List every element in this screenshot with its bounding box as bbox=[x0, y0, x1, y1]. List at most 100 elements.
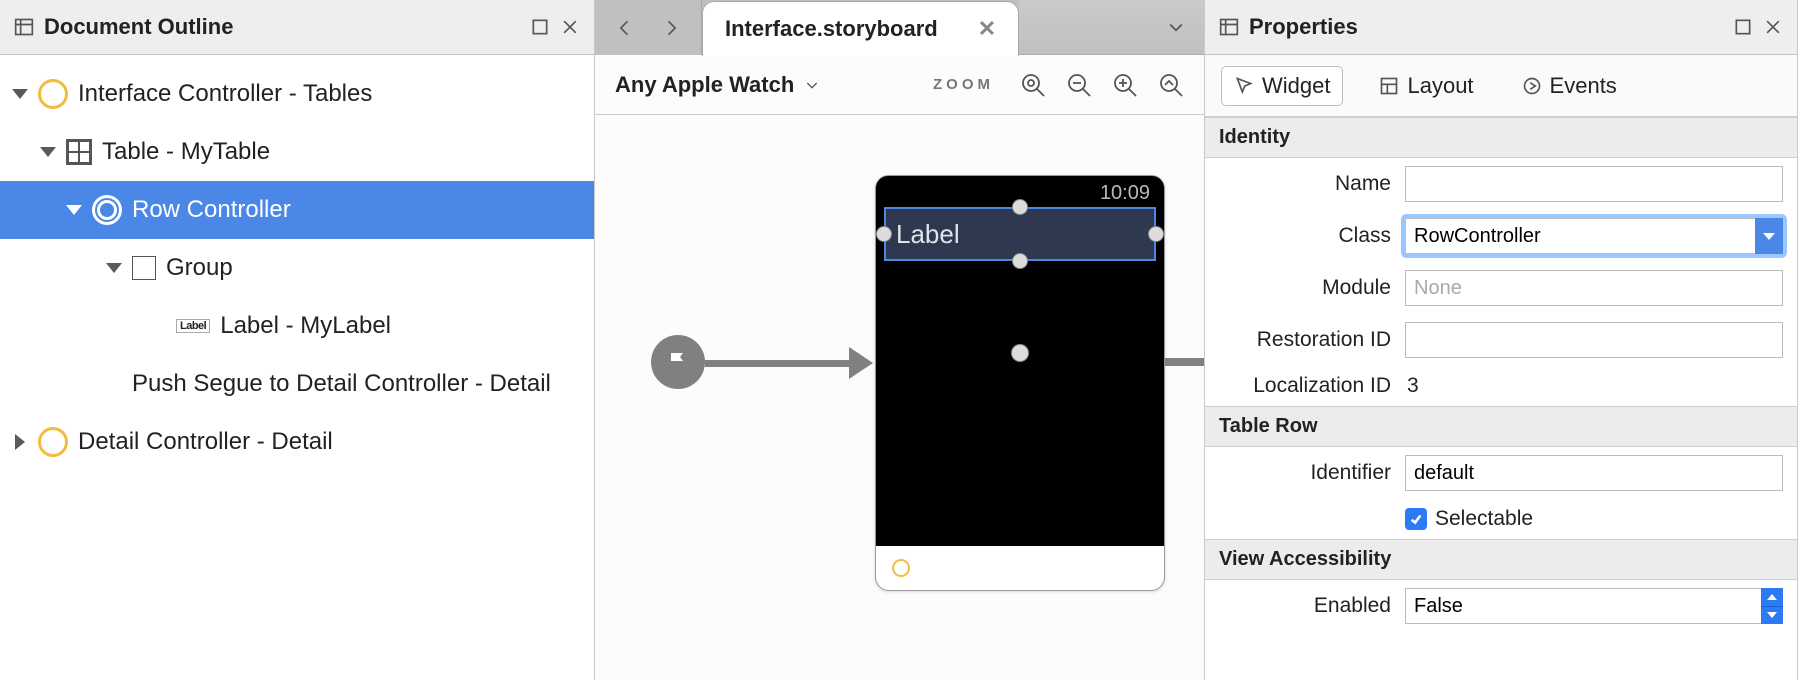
enabled-combo[interactable] bbox=[1405, 588, 1783, 624]
chevron-right-icon[interactable] bbox=[15, 434, 25, 450]
tree-label: Push Segue to Detail Controller - Detail bbox=[132, 370, 551, 398]
tree-item-interface-controller[interactable]: Interface Controller - Tables bbox=[0, 65, 594, 123]
properties-header: Properties bbox=[1205, 0, 1797, 55]
properties-icon bbox=[1219, 17, 1239, 37]
resize-handle[interactable] bbox=[1012, 253, 1028, 269]
tab-label: Widget bbox=[1262, 73, 1330, 99]
tab-widget[interactable]: Widget bbox=[1221, 66, 1343, 106]
controller-icon bbox=[38, 427, 68, 457]
field-label: Enabled bbox=[1219, 594, 1391, 618]
label-text: Label bbox=[896, 219, 960, 250]
outline-header: Document Outline bbox=[0, 0, 594, 55]
tree-label: Group bbox=[166, 254, 233, 282]
checkbox-label: Selectable bbox=[1435, 507, 1533, 531]
identifier-input[interactable] bbox=[1405, 455, 1783, 491]
zoom-label: ZOOM bbox=[933, 76, 994, 93]
row-controller-icon bbox=[92, 195, 122, 225]
tab-layout[interactable]: Layout bbox=[1367, 67, 1485, 105]
zoom-fit-icon[interactable] bbox=[1020, 72, 1046, 98]
section-identity: Identity bbox=[1205, 117, 1797, 158]
tree-label: Row Controller bbox=[132, 196, 291, 224]
controller-icon bbox=[892, 559, 910, 577]
field-label: Module bbox=[1219, 276, 1391, 300]
tree-item-segue[interactable]: Push Segue to Detail Controller - Detail bbox=[0, 355, 594, 413]
device-selector[interactable]: Any Apple Watch bbox=[615, 72, 820, 98]
outline-icon bbox=[14, 17, 34, 37]
enabled-input[interactable] bbox=[1405, 588, 1783, 624]
module-input[interactable] bbox=[1405, 270, 1783, 306]
zoom-out-icon[interactable] bbox=[1066, 72, 1092, 98]
tree-item-label[interactable]: Label Label - MyLabel bbox=[0, 297, 594, 355]
resize-handle[interactable] bbox=[876, 226, 892, 242]
field-restoration-id: Restoration ID bbox=[1205, 314, 1797, 366]
field-label: Localization ID bbox=[1219, 374, 1391, 398]
table-icon bbox=[66, 139, 92, 165]
tree-item-row-controller[interactable]: Row Controller bbox=[0, 181, 594, 239]
tree-label: Table - MyTable bbox=[102, 138, 270, 166]
chevron-down-icon[interactable] bbox=[12, 89, 28, 99]
stepper-icon[interactable] bbox=[1761, 588, 1783, 624]
label-element[interactable]: Label bbox=[884, 207, 1156, 261]
tree-item-group[interactable]: Group bbox=[0, 239, 594, 297]
chevron-down-icon[interactable] bbox=[66, 205, 82, 215]
nav-back-icon[interactable] bbox=[615, 18, 635, 38]
field-label: Class bbox=[1219, 224, 1391, 248]
document-outline-panel: Document Outline Interface Controller - … bbox=[0, 0, 595, 680]
field-identifier: Identifier bbox=[1205, 447, 1797, 499]
field-class: Class bbox=[1205, 210, 1797, 262]
chevron-down-icon[interactable] bbox=[40, 147, 56, 157]
entry-point-icon[interactable] bbox=[651, 335, 705, 389]
field-module: Module bbox=[1205, 262, 1797, 314]
cursor-icon bbox=[1234, 76, 1254, 96]
tab-storyboard[interactable]: Interface.storyboard ✕ bbox=[702, 1, 1019, 56]
tree-label: Label - MyLabel bbox=[220, 312, 391, 340]
events-icon bbox=[1522, 76, 1542, 96]
restore-icon[interactable] bbox=[530, 17, 550, 37]
field-label: Restoration ID bbox=[1219, 328, 1391, 352]
tab-overflow bbox=[1019, 0, 1204, 55]
tree-label: Interface Controller - Tables bbox=[78, 80, 372, 108]
selectable-checkbox[interactable] bbox=[1405, 508, 1427, 530]
properties-title: Properties bbox=[1249, 14, 1358, 40]
device-label: Any Apple Watch bbox=[615, 72, 794, 98]
tab-bar: Interface.storyboard ✕ bbox=[595, 0, 1204, 55]
field-selectable: Selectable bbox=[1205, 499, 1797, 539]
tab-events[interactable]: Events bbox=[1510, 67, 1629, 105]
field-label: Identifier bbox=[1219, 461, 1391, 485]
tree-item-table[interactable]: Table - MyTable bbox=[0, 123, 594, 181]
design-canvas[interactable]: 10:09 Label bbox=[595, 115, 1204, 680]
resize-handle[interactable] bbox=[1012, 199, 1028, 215]
field-name: Name bbox=[1205, 158, 1797, 210]
scene-footer[interactable] bbox=[876, 546, 1164, 590]
resize-handle[interactable] bbox=[1011, 344, 1029, 362]
close-icon[interactable] bbox=[560, 17, 580, 37]
layout-icon bbox=[1379, 76, 1399, 96]
dropdown-icon[interactable] bbox=[1755, 218, 1783, 254]
nav-forward-icon[interactable] bbox=[661, 18, 681, 38]
watch-scene[interactable]: 10:09 Label bbox=[875, 175, 1165, 591]
resize-handle[interactable] bbox=[1148, 226, 1164, 242]
controller-icon bbox=[38, 79, 68, 109]
chevron-down-icon bbox=[804, 77, 820, 93]
section-accessibility: View Accessibility bbox=[1205, 539, 1797, 580]
tab-label: Layout bbox=[1407, 73, 1473, 99]
outline-tree[interactable]: Interface Controller - Tables Table - My… bbox=[0, 55, 594, 481]
group-icon bbox=[132, 256, 156, 280]
localization-value: 3 bbox=[1405, 374, 1783, 398]
close-icon[interactable]: ✕ bbox=[978, 16, 996, 42]
tree-item-detail-controller[interactable]: Detail Controller - Detail bbox=[0, 413, 594, 471]
label-icon: Label bbox=[176, 319, 210, 333]
zoom-actual-icon[interactable] bbox=[1158, 72, 1184, 98]
chevron-down-icon[interactable] bbox=[106, 263, 122, 273]
class-input[interactable] bbox=[1405, 218, 1783, 254]
restore-icon[interactable] bbox=[1733, 17, 1753, 37]
class-combo[interactable] bbox=[1405, 218, 1783, 254]
chevron-down-icon[interactable] bbox=[1166, 17, 1186, 37]
restoration-input[interactable] bbox=[1405, 322, 1783, 358]
segue-arrow bbox=[1165, 358, 1204, 366]
property-tabs: Widget Layout Events bbox=[1205, 55, 1797, 117]
close-icon[interactable] bbox=[1763, 17, 1783, 37]
name-input[interactable] bbox=[1405, 166, 1783, 202]
outline-title: Document Outline bbox=[44, 14, 233, 40]
zoom-in-icon[interactable] bbox=[1112, 72, 1138, 98]
